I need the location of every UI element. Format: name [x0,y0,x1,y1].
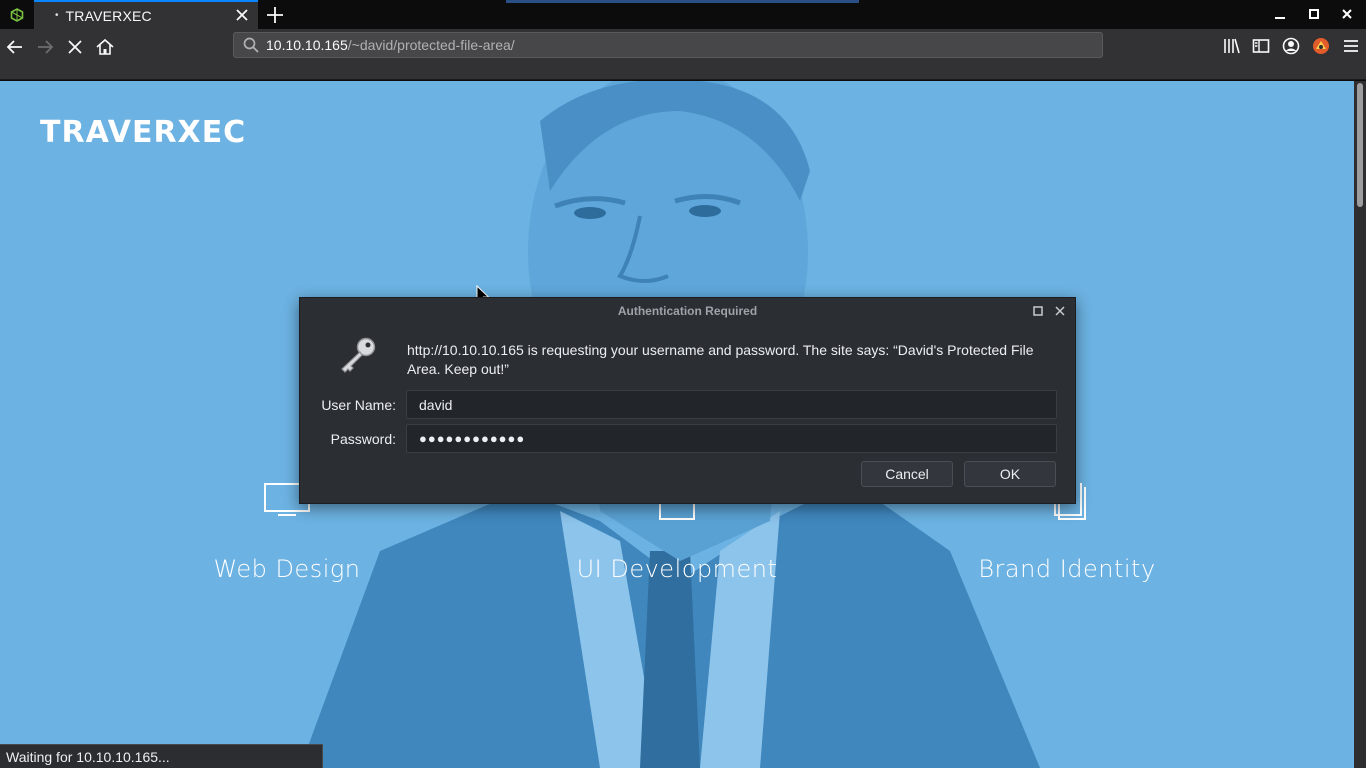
site-brand-logo[interactable]: TRAVERXEC [40,115,246,150]
password-field[interactable]: ●●●●●●●●●●●● [406,424,1057,453]
extension-icon[interactable] [1311,36,1331,56]
dialog-message: http://10.10.10.165 is requesting your u… [407,342,1034,377]
url-text: 10.10.10.165/~david/protected-file-area/ [266,37,515,53]
sidebar-icon[interactable] [1251,36,1271,56]
scrollbar-thumb[interactable] [1357,83,1363,207]
forward-icon[interactable] [34,36,56,58]
loading-progress-bar [506,0,859,3]
tab-title: TRAVERXEC [65,7,152,24]
dialog-maximize-icon[interactable] [1033,306,1043,316]
service-label-ui-development: UI Development [576,555,778,583]
tab-active[interactable]: • TRAVERXEC [34,0,258,29]
account-icon[interactable] [1281,36,1301,56]
maximize-window-icon[interactable] [1306,6,1322,22]
password-value: ●●●●●●●●●●●● [419,431,526,446]
tab-loading-indicator: • [55,10,59,21]
ok-button[interactable]: OK [964,461,1056,487]
home-icon[interactable] [94,36,116,58]
hamburger-menu-icon[interactable] [1341,36,1361,56]
authentication-dialog: Authentication Required http://10.10.10.… [299,297,1076,504]
username-field[interactable]: david [406,390,1057,419]
password-label: Password: [330,431,396,447]
username-value: david [419,396,453,413]
navigation-toolbar: 10.10.10.165/~david/protected-file-area/ [0,29,1366,80]
app-menu-icon[interactable] [0,0,34,29]
new-tab-icon[interactable] [264,4,286,26]
service-label-web-design: Web Design [213,555,361,583]
library-icon[interactable] [1222,36,1242,56]
url-path: /~david/protected-file-area/ [347,37,515,53]
stop-loading-icon[interactable] [64,36,86,58]
service-label-brand-identity: Brand Identity [978,555,1156,583]
key-icon [341,337,376,373]
dialog-title: Authentication Required [617,304,758,318]
search-icon [243,37,259,53]
address-bar[interactable]: 10.10.10.165/~david/protected-file-area/ [233,32,1103,58]
cancel-button[interactable]: Cancel [861,461,953,487]
tab-bar: • TRAVERXEC [0,0,1366,29]
back-icon[interactable] [4,36,26,58]
username-label: User Name: [321,397,396,413]
close-window-icon[interactable] [1339,6,1355,22]
minimize-window-icon[interactable] [1272,6,1288,22]
status-bar: Waiting for 10.10.10.165... [0,744,323,768]
tab-close-icon[interactable] [234,7,250,23]
url-host: 10.10.10.165 [266,37,348,53]
page-scrollbar[interactable] [1354,81,1366,768]
dialog-close-icon[interactable] [1054,305,1066,317]
